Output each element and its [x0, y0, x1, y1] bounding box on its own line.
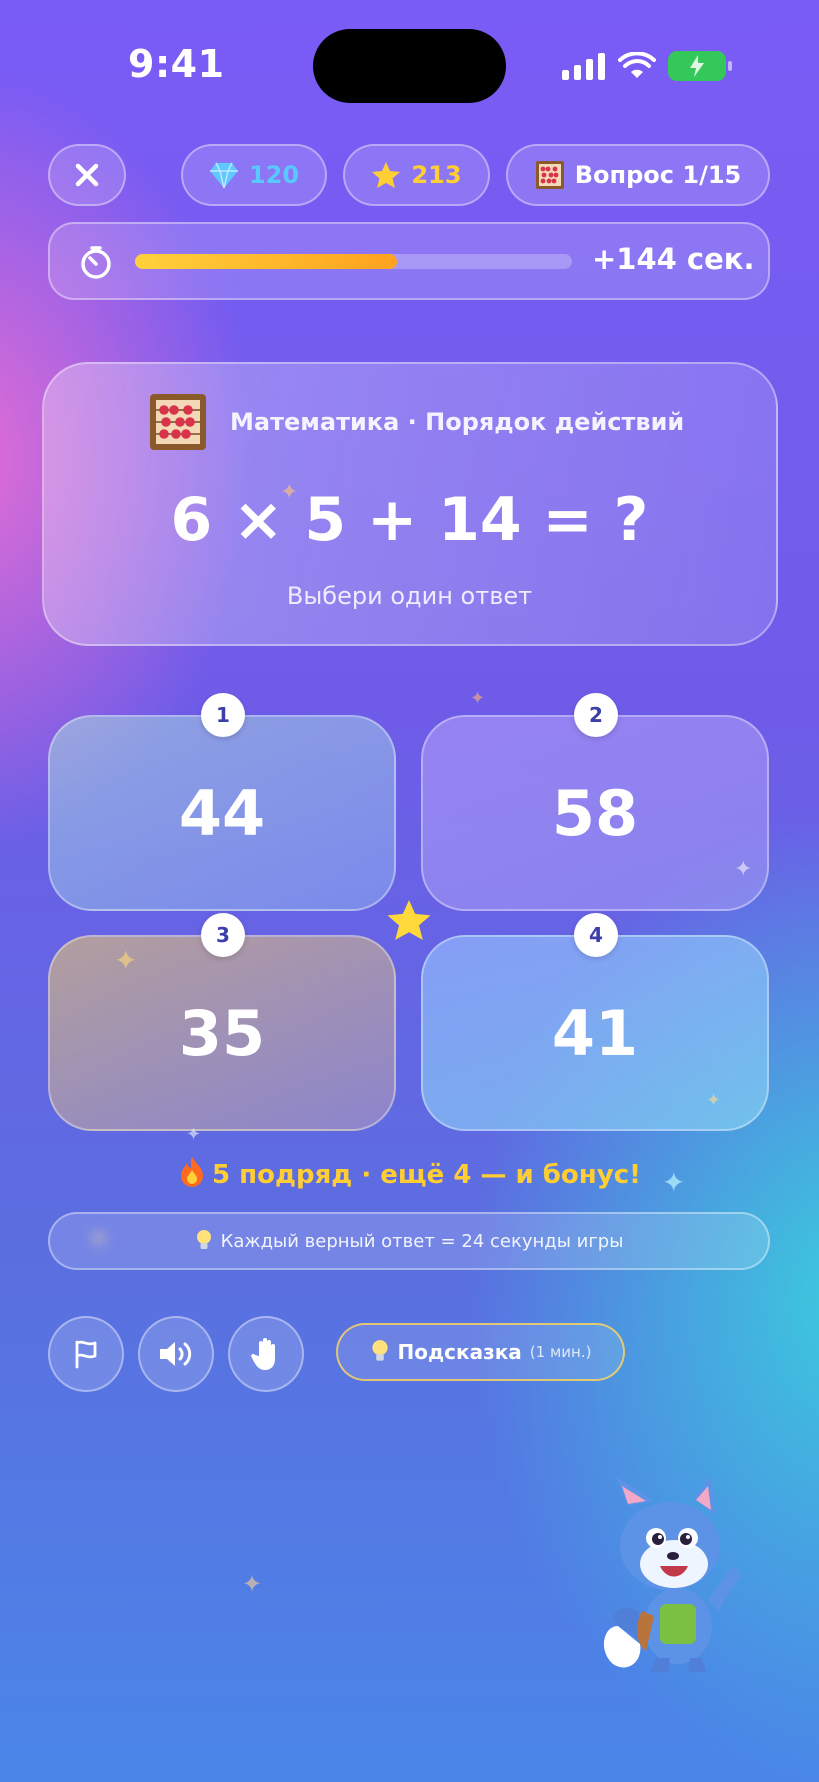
- sparkle-icon: ✦: [186, 1124, 202, 1145]
- answer-value: 35: [178, 996, 266, 1070]
- speaker-icon: [160, 1342, 192, 1366]
- question-counter: Вопрос 1/15: [506, 144, 770, 206]
- answer-value: 41: [551, 996, 639, 1070]
- sparkle-icon: ✦: [706, 1090, 722, 1111]
- answer-option-3[interactable]: 35: [48, 935, 396, 1131]
- star-icon: [387, 900, 431, 940]
- timer-icon: [81, 246, 111, 279]
- flag-icon: [75, 1340, 97, 1369]
- tip-text: Каждый верный ответ = 24 секунды игры: [220, 1230, 624, 1252]
- answer-number-badge: 2: [574, 693, 618, 737]
- subject-label: Математика · Порядок действий: [230, 408, 685, 436]
- sound-button[interactable]: [138, 1316, 214, 1392]
- stars-value: 213: [411, 161, 462, 189]
- sparkle-icon: ✦: [114, 944, 138, 977]
- signal-icon: [562, 53, 605, 80]
- answer-number-badge: 1: [201, 693, 245, 737]
- question-instruction: Выбери один ответ: [286, 582, 533, 610]
- answer-value: 58: [551, 776, 639, 850]
- hint-label: Подсказка: [397, 1340, 522, 1364]
- wifi-icon: [618, 52, 656, 78]
- lightbulb-icon: [371, 1340, 388, 1361]
- question-equation: 6 × 5 + 14 = ?: [170, 485, 649, 555]
- lightbulb-icon: [196, 1230, 211, 1249]
- answer-number-badge: 4: [574, 913, 618, 957]
- answer-value: 44: [178, 776, 266, 850]
- stars-counter: 213: [343, 144, 490, 206]
- close-icon: [75, 163, 99, 187]
- abacus-icon: [535, 161, 564, 189]
- hand-icon: [251, 1338, 275, 1370]
- sparkle-icon: ✦: [470, 688, 486, 709]
- streak-message: 5 подряд · ещё 4 — и бонус!: [0, 1156, 819, 1190]
- sparkle-icon: ✦: [242, 1570, 263, 1598]
- subject-row: Математика · Порядок действий: [148, 392, 684, 452]
- question-label: Вопрос 1/15: [574, 161, 742, 189]
- abacus-icon: [150, 394, 206, 450]
- fox-mascot: [603, 1476, 741, 1672]
- answer-option-2[interactable]: 58: [421, 715, 769, 911]
- battery-icon: [668, 51, 732, 81]
- streak-text: 5 подряд · ещё 4 — и бонус!: [212, 1160, 641, 1190]
- dynamic-island: [313, 29, 506, 103]
- hint-button[interactable]: Подсказка (1 мин.): [336, 1323, 625, 1381]
- status-icons: [562, 48, 732, 84]
- star-icon: [372, 162, 401, 188]
- tip-banner: Каждый верный ответ = 24 секунды игры: [48, 1212, 770, 1270]
- timer-bonus-text: +144 сек.: [592, 242, 755, 276]
- gems-value: 120: [248, 161, 300, 189]
- sparkle-icon: ✦: [734, 857, 753, 882]
- gem-icon: [209, 162, 238, 189]
- hint-cost: (1 мин.): [529, 1343, 592, 1361]
- status-time: 9:41: [128, 42, 225, 86]
- close-button[interactable]: [48, 144, 126, 206]
- fire-icon: [181, 1157, 203, 1187]
- raise-hand-button[interactable]: [228, 1316, 304, 1392]
- gems-counter: 120: [181, 144, 327, 206]
- answer-option-1[interactable]: 44: [48, 715, 396, 911]
- answer-number-badge: 3: [201, 913, 245, 957]
- timer-progress-fill: [135, 254, 398, 269]
- report-button[interactable]: [48, 1316, 124, 1392]
- timer-progress-track: [135, 254, 572, 269]
